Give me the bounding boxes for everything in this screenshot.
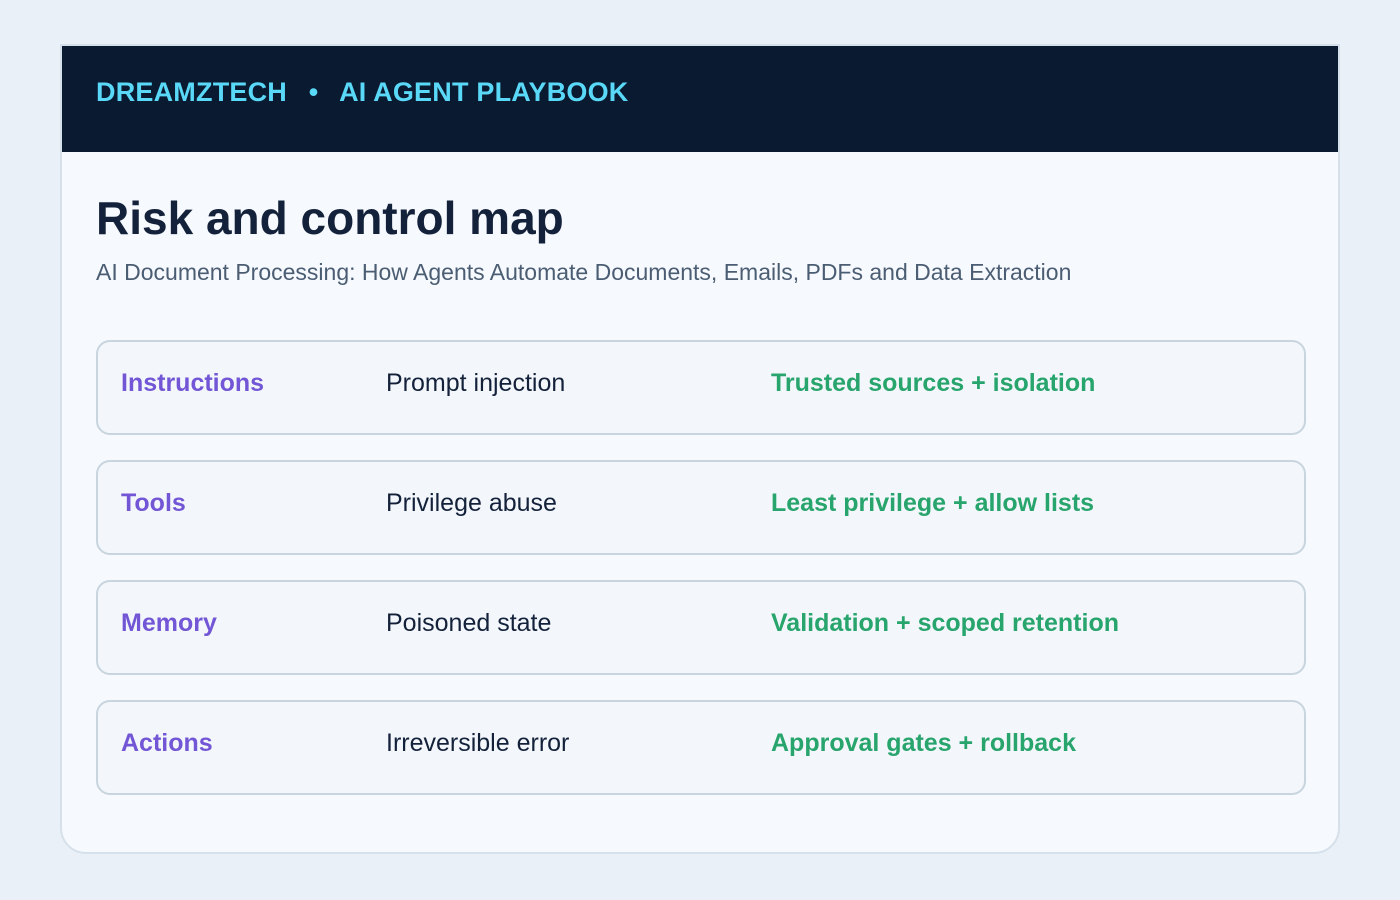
control-label: Approval gates + rollback	[771, 729, 1076, 757]
risk-row: Tools Privilege abuse Least privilege + …	[96, 460, 1306, 555]
risk-area-label: Actions	[121, 729, 213, 757]
risk-row: Memory Poisoned state Validation + scope…	[96, 580, 1306, 675]
risk-row: Instructions Prompt injection Trusted so…	[96, 340, 1306, 435]
risk-label: Prompt injection	[386, 369, 566, 397]
risk-area-label: Tools	[121, 489, 186, 517]
control-label: Validation + scoped retention	[771, 609, 1119, 637]
page-title: Risk and control map	[96, 192, 564, 244]
risk-label: Irreversible error	[386, 729, 570, 757]
risk-label: Poisoned state	[386, 609, 552, 637]
risk-control-list: Instructions Prompt injection Trusted so…	[96, 340, 1306, 820]
control-label: Least privilege + allow lists	[771, 489, 1095, 517]
risk-area-label: Memory	[121, 609, 217, 637]
playbook-name: AI AGENT PLAYBOOK	[339, 77, 629, 107]
brand-separator: •	[308, 77, 319, 107]
header-bar: DREAMZTECH • AI AGENT PLAYBOOK	[62, 46, 1338, 152]
brand-heading: DREAMZTECH • AI AGENT PLAYBOOK	[96, 77, 629, 107]
brand-name: DREAMZTECH	[96, 77, 287, 107]
risk-area-label: Instructions	[121, 369, 265, 397]
control-label: Trusted sources + isolation	[771, 369, 1096, 397]
risk-row: Actions Irreversible error Approval gate…	[96, 700, 1306, 795]
playbook-card: DREAMZTECH • AI AGENT PLAYBOOK Risk and …	[60, 44, 1340, 854]
page-subtitle: AI Document Processing: How Agents Autom…	[96, 259, 1072, 285]
risk-label: Privilege abuse	[386, 489, 557, 517]
